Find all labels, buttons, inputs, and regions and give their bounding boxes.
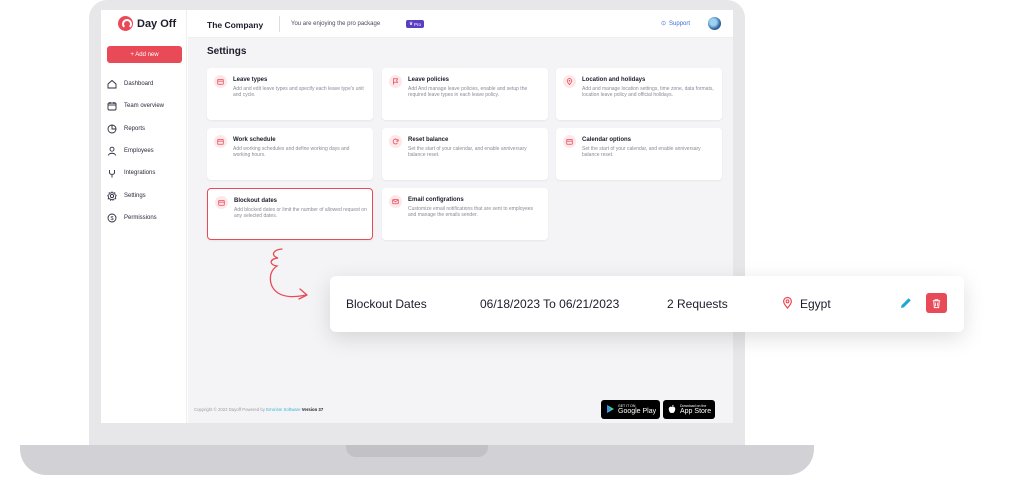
- card-description: Add And manage leave policies, enable an…: [408, 86, 528, 99]
- apple-icon: [667, 401, 677, 419]
- sidebar-item-dashboard[interactable]: Dashboard: [107, 73, 185, 95]
- sidebar-item-label: Permissions: [124, 214, 157, 221]
- sidebar-item-label: Dashboard: [124, 81, 154, 88]
- card-location-holidays[interactable]: Location and holidays Add and manage loc…: [556, 68, 722, 120]
- calendar-icon: [107, 101, 117, 111]
- sidebar-item-label: Settings: [124, 192, 146, 199]
- divider: [279, 16, 280, 32]
- pencil-icon: [901, 298, 911, 308]
- card-title: Blockout dates: [234, 198, 278, 204]
- sidebar-item-reports[interactable]: Reports: [107, 118, 185, 140]
- request-count: 2 Requests: [667, 297, 728, 311]
- dollar-icon: $: [107, 213, 117, 223]
- card-title: Reset balance: [408, 137, 449, 143]
- card-title: Work schedule: [233, 137, 276, 143]
- google-play-label: Google Play: [618, 407, 657, 415]
- card-blockout-dates[interactable]: Blockout dates Add blocked dates or limi…: [207, 188, 373, 240]
- powered-by-link[interactable]: Errorism Software: [266, 407, 300, 412]
- refresh-icon: [389, 135, 402, 148]
- card-title: Leave types: [233, 77, 268, 83]
- gear-icon: [107, 190, 117, 201]
- card-description: Add blocked dates or limit the number of…: [234, 207, 367, 220]
- edit-button[interactable]: [899, 296, 913, 310]
- sidebar-item-permissions[interactable]: $ Permissions: [107, 207, 185, 229]
- mail-icon: [389, 195, 402, 208]
- pro-badge-label: Pro: [414, 21, 422, 27]
- app-store-label: App Store: [680, 407, 712, 415]
- sidebar: Day Off + Add new Dashboard Team overvie…: [101, 10, 187, 423]
- card-description: Customize email notifications that are s…: [408, 206, 534, 219]
- company-name: The Company: [207, 20, 264, 30]
- pro-badge: ♛ Pro: [406, 20, 425, 28]
- app-name: Day Off: [137, 17, 177, 30]
- sidebar-item-team-overview[interactable]: Team overview: [107, 95, 185, 117]
- location-label: Egypt: [800, 297, 831, 311]
- location: Egypt: [781, 296, 831, 312]
- card-title: Location and holidays: [582, 77, 646, 83]
- play-icon: [605, 401, 615, 419]
- card-leave-policies[interactable]: Leave policies Add And manage leave poli…: [382, 68, 548, 120]
- card-email-configurations[interactable]: Email configrations Customize email noti…: [382, 188, 548, 240]
- version-label: Version 37: [301, 407, 324, 412]
- app-screen: Day Off + Add new Dashboard Team overvie…: [101, 10, 733, 423]
- crown-icon: ♛: [409, 21, 414, 26]
- location-pin-icon: [781, 296, 794, 312]
- card-description: Add and manage location settings, time z…: [582, 86, 714, 99]
- footer: Copyright © 2022 Dayoff Powered by Error…: [194, 407, 323, 412]
- card-title: Email configrations: [408, 197, 464, 203]
- page-title: Settings: [207, 46, 247, 57]
- sidebar-item-label: Team overview: [124, 103, 165, 110]
- app-logo[interactable]: Day Off: [118, 16, 176, 31]
- laptop-mockup: Day Off + Add new Dashboard Team overvie…: [0, 0, 1024, 480]
- trash-icon: [932, 298, 941, 308]
- card-leave-types[interactable]: Leave types Add and edit leave types and…: [207, 68, 373, 120]
- logo-icon: [118, 16, 133, 31]
- base-notch: [346, 445, 488, 457]
- main-content: The Company You are enjoying the pro pac…: [188, 10, 733, 423]
- top-bar: The Company You are enjoying the pro pac…: [188, 10, 733, 38]
- hand-drawn-arrow-icon: [269, 248, 308, 300]
- sidebar-nav: Dashboard Team overview Reports Employee…: [107, 73, 185, 229]
- card-title: Leave policies: [408, 77, 450, 83]
- card-description: Set the start of your calendar, and enab…: [582, 146, 701, 159]
- add-new-button[interactable]: + Add new: [107, 46, 182, 63]
- sidebar-item-label: Reports: [124, 125, 146, 132]
- card-reset-balance[interactable]: Reset balance Set the start of your cale…: [382, 128, 548, 180]
- delete-button[interactable]: [926, 293, 947, 313]
- pro-package-text: You are enjoying the pro package: [291, 21, 381, 27]
- card-description: Add working schedules and define working…: [233, 146, 350, 159]
- sidebar-item-integrations[interactable]: Integrations: [107, 162, 185, 184]
- blockout-type: Blockout Dates: [346, 297, 427, 311]
- sidebar-item-settings[interactable]: Settings: [107, 184, 185, 206]
- flag-icon: [389, 75, 402, 88]
- calendar-icon: [214, 135, 227, 148]
- plug-icon: [107, 168, 117, 178]
- support-label: Support: [669, 20, 691, 27]
- avatar[interactable]: [708, 17, 721, 30]
- calendar-icon: [214, 75, 227, 88]
- location-pin-icon: [563, 75, 576, 88]
- calendar-icon: [215, 196, 228, 209]
- pie-chart-icon: [107, 124, 117, 134]
- card-calendar-options[interactable]: Calendar options Set the start of your c…: [556, 128, 722, 180]
- home-icon: [107, 79, 117, 89]
- blockout-dates-row: Blockout Dates 06/18/2023 To 06/21/2023 …: [330, 276, 964, 332]
- copyright-text: Copyright © 2022 Dayoff Powered by: [194, 407, 265, 412]
- card-description: Set the start of your calendar, and enab…: [408, 146, 527, 159]
- card-description: Add and edit leave types and specify eac…: [233, 86, 364, 99]
- sidebar-item-employees[interactable]: Employees: [107, 140, 185, 162]
- sidebar-item-label: Employees: [124, 148, 154, 155]
- calendar-icon: [563, 135, 576, 148]
- support-link[interactable]: ⊙ Support: [661, 20, 691, 28]
- user-icon: [107, 146, 117, 156]
- blockout-date-range: 06/18/2023 To 06/21/2023: [480, 297, 620, 311]
- google-play-badge[interactable]: GET IT ON Google Play: [601, 400, 661, 419]
- sidebar-item-label: Integrations: [124, 170, 156, 177]
- card-title: Calendar options: [582, 137, 632, 143]
- help-icon: ⊙: [661, 21, 667, 27]
- svg-text:$: $: [110, 216, 113, 222]
- app-store-badge[interactable]: Download on the App Store: [663, 400, 716, 419]
- card-work-schedule[interactable]: Work schedule Add working schedules and …: [207, 128, 373, 180]
